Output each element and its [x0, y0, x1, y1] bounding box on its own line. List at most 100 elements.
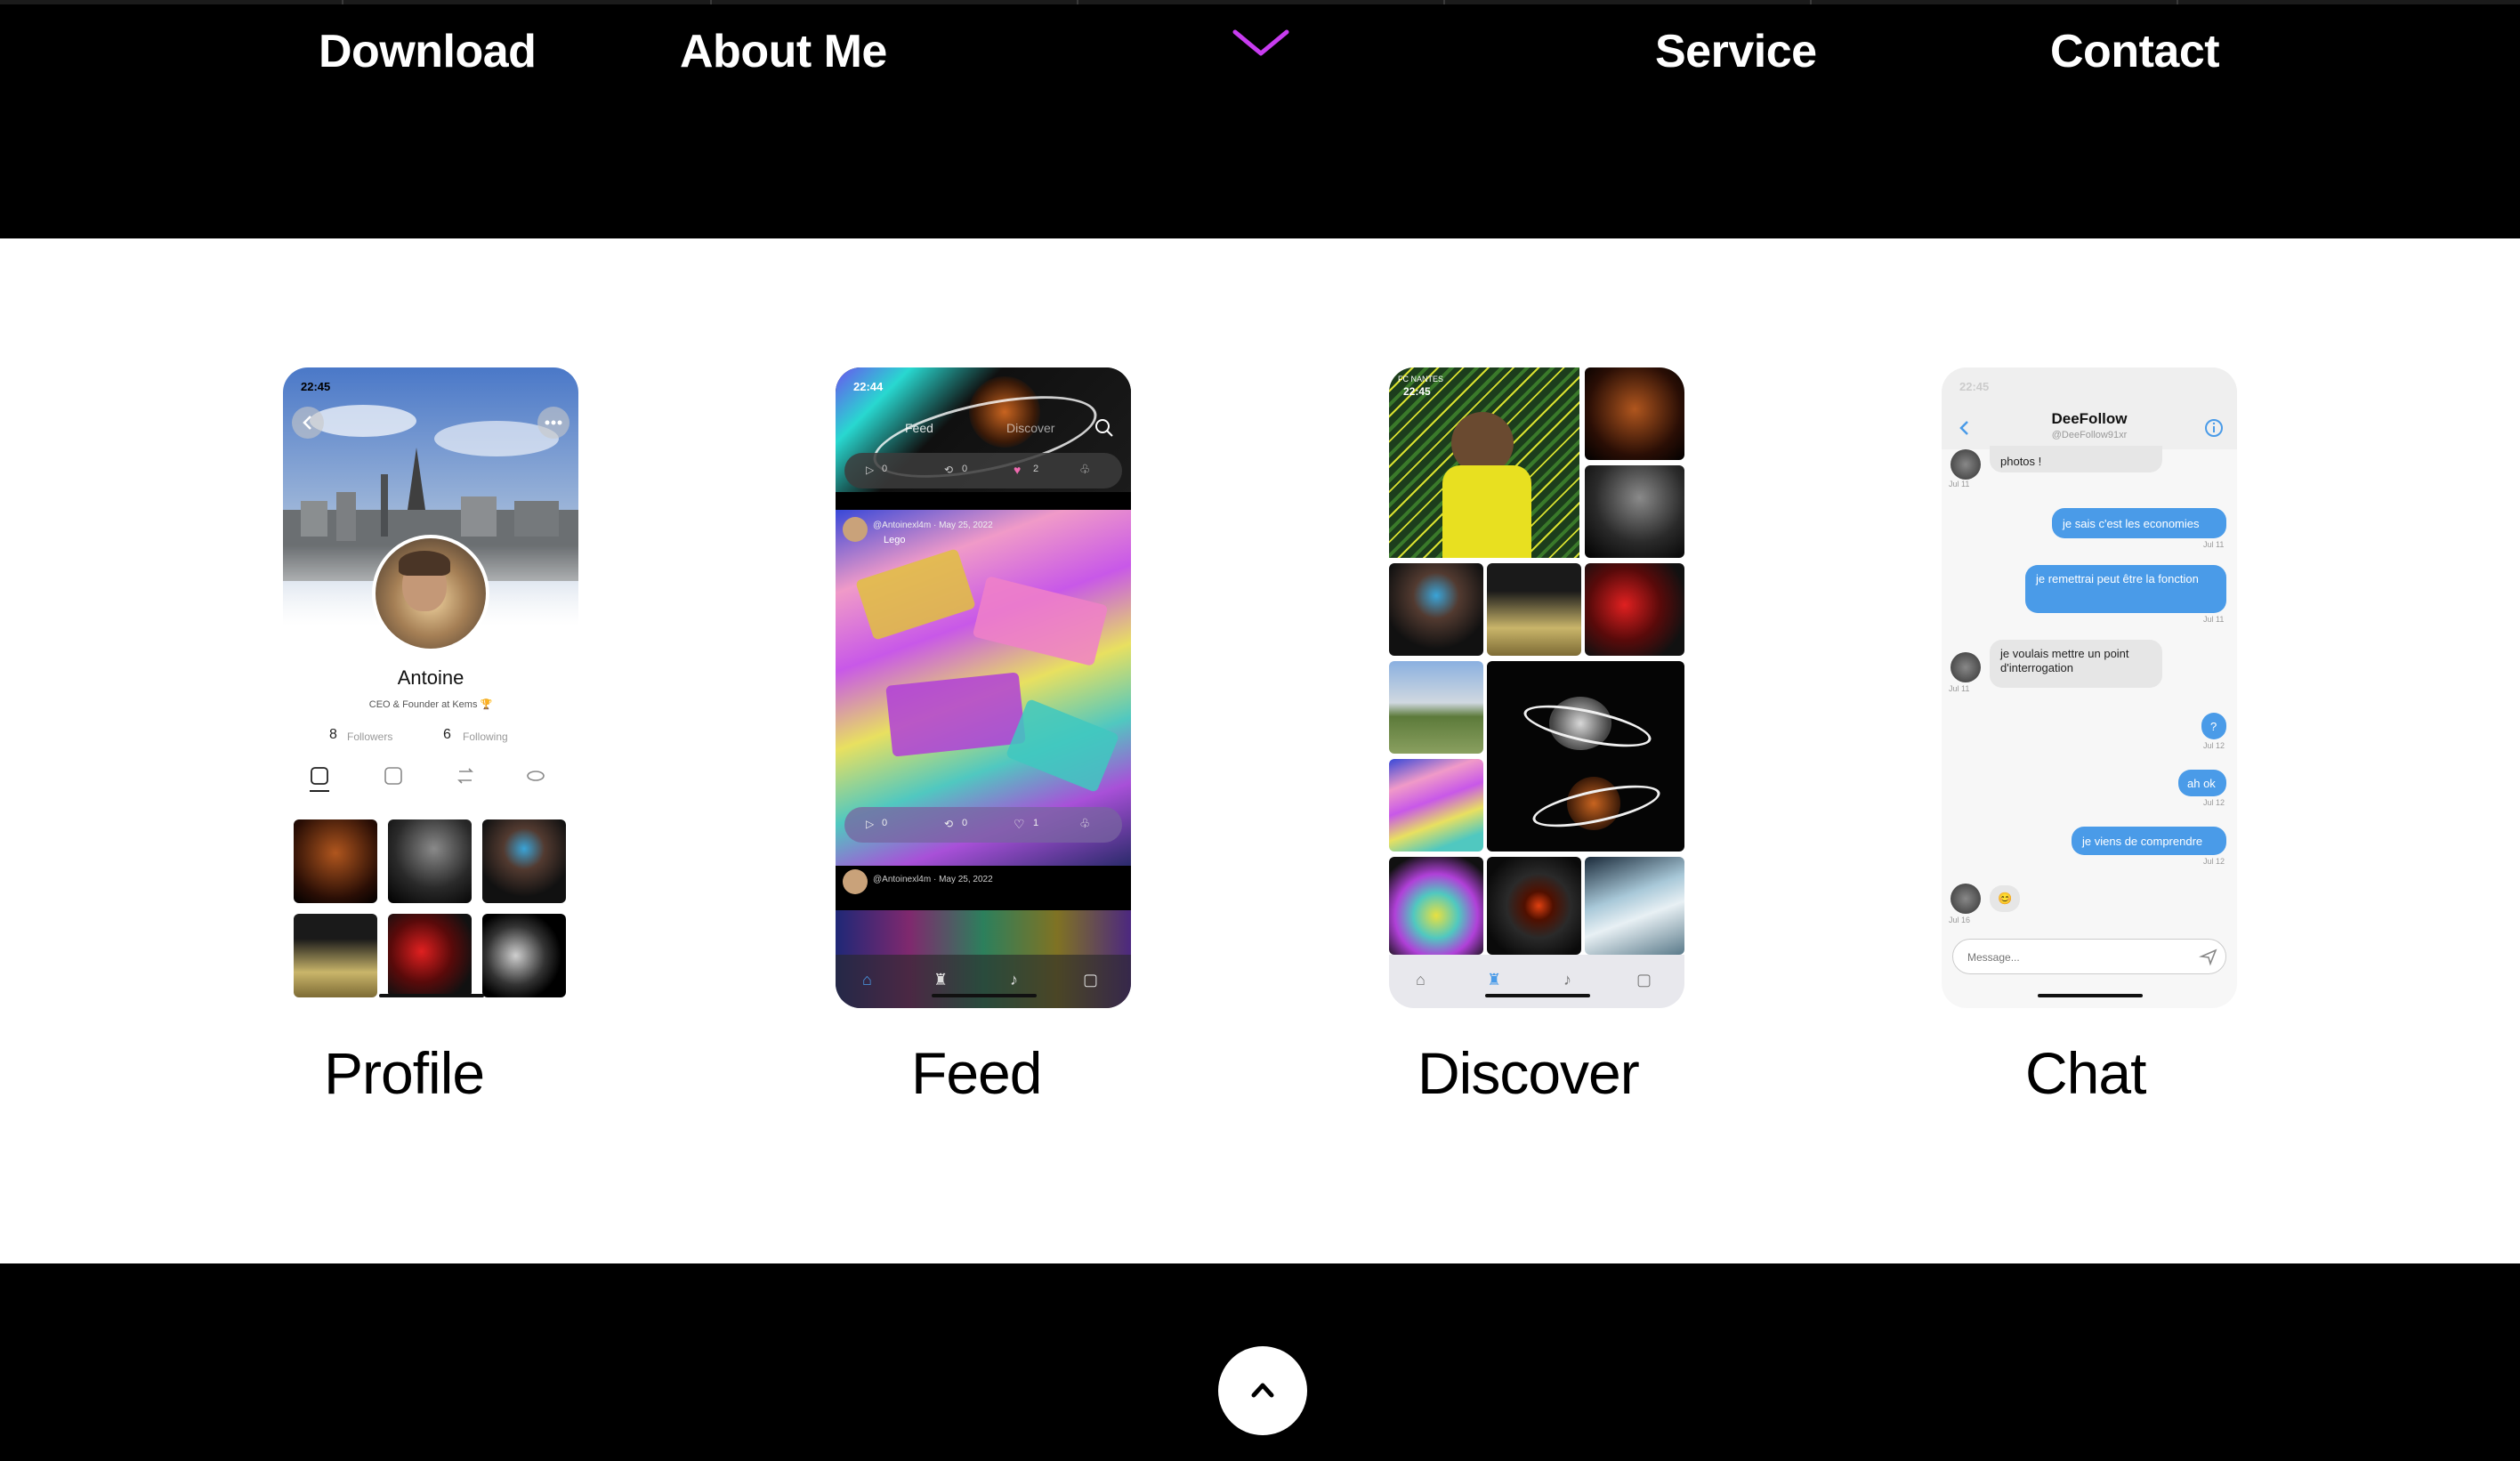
discover-tile[interactable]: [1487, 857, 1581, 955]
discover-tile[interactable]: [1389, 563, 1483, 656]
profile-name: Antoine: [397, 666, 464, 689]
grid-post[interactable]: [294, 914, 377, 997]
bottom-tab-bar: ⌂ ♜ ♪ ▢: [1389, 955, 1684, 1008]
post-actions-bar: ▷ 0 ⟲ 0 ♡ 1 ♧: [844, 807, 1122, 843]
nav-link-contact[interactable]: Contact: [2050, 25, 2220, 78]
discover-icon[interactable]: ♜: [933, 971, 948, 989]
nav-link-service[interactable]: Service: [1655, 25, 1817, 78]
profile-screenshot: 22:45 Antoine CEO & Founder at Kems 🏆 8 …: [283, 367, 578, 1008]
post-author[interactable]: @Antoinexl4m · May 25, 2022: [873, 521, 993, 530]
nav-divider: [1810, 0, 1812, 4]
post-actions-bar: ▷ 0 ⟲ 0 ♥ 2 ♧: [844, 453, 1122, 488]
info-icon[interactable]: [2203, 417, 2225, 439]
following-label[interactable]: Following: [463, 730, 508, 743]
chat-contact-handle: @DeeFollow91xr: [2051, 430, 2128, 440]
nav-divider: [710, 0, 712, 4]
contact-avatar: [1951, 884, 1981, 914]
status-bar-time: 22:44: [853, 380, 884, 393]
discover-tile[interactable]: [1389, 759, 1483, 852]
message-bubble-sent: je sais c'est les economies: [2052, 508, 2226, 538]
discover-tile[interactable]: [1389, 661, 1483, 754]
heart-icon[interactable]: ♡: [1014, 817, 1025, 832]
profile-avatar[interactable]: [372, 535, 489, 652]
chat-icon[interactable]: ▢: [1636, 971, 1652, 989]
message-date: Jul 16: [1949, 916, 1971, 924]
footer: [0, 1263, 2520, 1461]
heart-icon[interactable]: ♥: [1014, 463, 1021, 477]
home-indicator: [1485, 994, 1590, 997]
app-screens-section: 22:45 Antoine CEO & Founder at Kems 🏆 8 …: [0, 238, 2520, 1263]
top-border: [0, 0, 2520, 4]
reposts-count: 0: [962, 818, 968, 828]
tab-posts-icon: [311, 767, 328, 785]
status-bar-time: 22:45: [301, 380, 331, 393]
grid-post[interactable]: [388, 819, 472, 903]
message-bubble-sent: je viens de comprendre: [2072, 827, 2226, 855]
nav-link-about-me[interactable]: About Me: [680, 25, 887, 78]
post-author[interactable]: @Antoinexl4m · May 25, 2022: [873, 875, 993, 884]
tab-discover[interactable]: Discover: [1006, 421, 1054, 435]
discover-tile-featured[interactable]: FC NANTES 22:45: [1389, 367, 1579, 558]
chat-icon[interactable]: ▢: [1083, 971, 1098, 989]
chevron-up-icon: [1251, 1383, 1274, 1398]
message-bubble-sent: ?: [2201, 713, 2226, 739]
bell-icon[interactable]: ♪: [1010, 971, 1018, 989]
message-input-container: [1952, 939, 2226, 974]
screen-label-feed: Feed: [911, 1040, 1042, 1106]
tab-links-icon: [527, 771, 545, 781]
post-avatar[interactable]: [843, 517, 868, 542]
send-icon[interactable]: [2199, 947, 2218, 966]
discover-tile[interactable]: [1585, 857, 1684, 955]
discover-tile[interactable]: [1389, 857, 1483, 955]
back-button[interactable]: [292, 407, 324, 439]
message-date: Jul 11: [1949, 684, 1970, 693]
home-icon[interactable]: ⌂: [1416, 971, 1426, 989]
nav-divider: [1443, 0, 1445, 4]
scroll-to-top-button[interactable]: [1218, 1346, 1307, 1435]
message-date: Jul 11: [1949, 480, 1970, 488]
search-icon[interactable]: [1094, 417, 1115, 439]
post-avatar[interactable]: [843, 869, 868, 894]
views-count: 0: [882, 818, 888, 828]
double-chevron-logo-icon[interactable]: [1232, 27, 1290, 73]
message-bubble-received: 😊: [1990, 885, 2020, 912]
chevron-left-icon: [303, 416, 311, 430]
home-indicator: [2038, 994, 2143, 997]
message-text: je viens de comprendre: [2082, 835, 2203, 848]
nav-divider: [2177, 0, 2178, 4]
status-bar-time: 22:45: [1403, 385, 1431, 398]
grid-post[interactable]: [388, 914, 472, 997]
discover-icon[interactable]: ♜: [1487, 971, 1501, 989]
discover-tile[interactable]: [1585, 367, 1684, 460]
following-count: 6: [443, 727, 451, 742]
followers-label[interactable]: Followers: [347, 730, 392, 743]
tab-reposts-icon: [457, 768, 473, 784]
discover-tile[interactable]: [1585, 563, 1684, 656]
feed-screenshot: 22:44 Feed Discover ▷ 0 ⟲ 0 ♥ 2 ♧ @Antoi…: [836, 367, 1131, 1008]
discover-screenshot: FC NANTES 22:45 ⌂ ♜ ♪ ▢: [1389, 367, 1684, 1008]
home-icon[interactable]: ⌂: [862, 971, 872, 989]
reposts-count: 0: [962, 464, 968, 474]
discover-tile[interactable]: [1585, 465, 1684, 558]
discover-tile-large[interactable]: [1487, 661, 1684, 852]
tip-icon[interactable]: ♧: [1079, 816, 1091, 831]
followers-count: 8: [329, 727, 337, 742]
nav-link-download[interactable]: Download: [319, 25, 537, 78]
tab-media-icon: [384, 767, 402, 785]
message-text: 😊: [1998, 892, 2013, 905]
chat-screenshot: 22:45 DeeFollow @DeeFollow91xr photos ! …: [1942, 367, 2237, 1008]
discover-tile[interactable]: [1487, 563, 1581, 656]
contact-avatar: [1951, 652, 1981, 682]
more-options-button[interactable]: [537, 407, 569, 439]
grid-post[interactable]: [482, 819, 566, 903]
grid-post[interactable]: [482, 914, 566, 997]
message-date: Jul 11: [2203, 615, 2225, 624]
bell-icon[interactable]: ♪: [1563, 971, 1571, 989]
grid-post[interactable]: [294, 819, 377, 903]
message-bubble-received: photos !: [1990, 446, 2162, 472]
nav-divider: [342, 0, 343, 4]
message-bubble-sent: je remettrai peut être la fonction: [2025, 565, 2226, 613]
message-input[interactable]: [1966, 947, 2183, 968]
tip-icon[interactable]: ♧: [1079, 462, 1091, 477]
tab-feed[interactable]: Feed: [905, 421, 933, 435]
